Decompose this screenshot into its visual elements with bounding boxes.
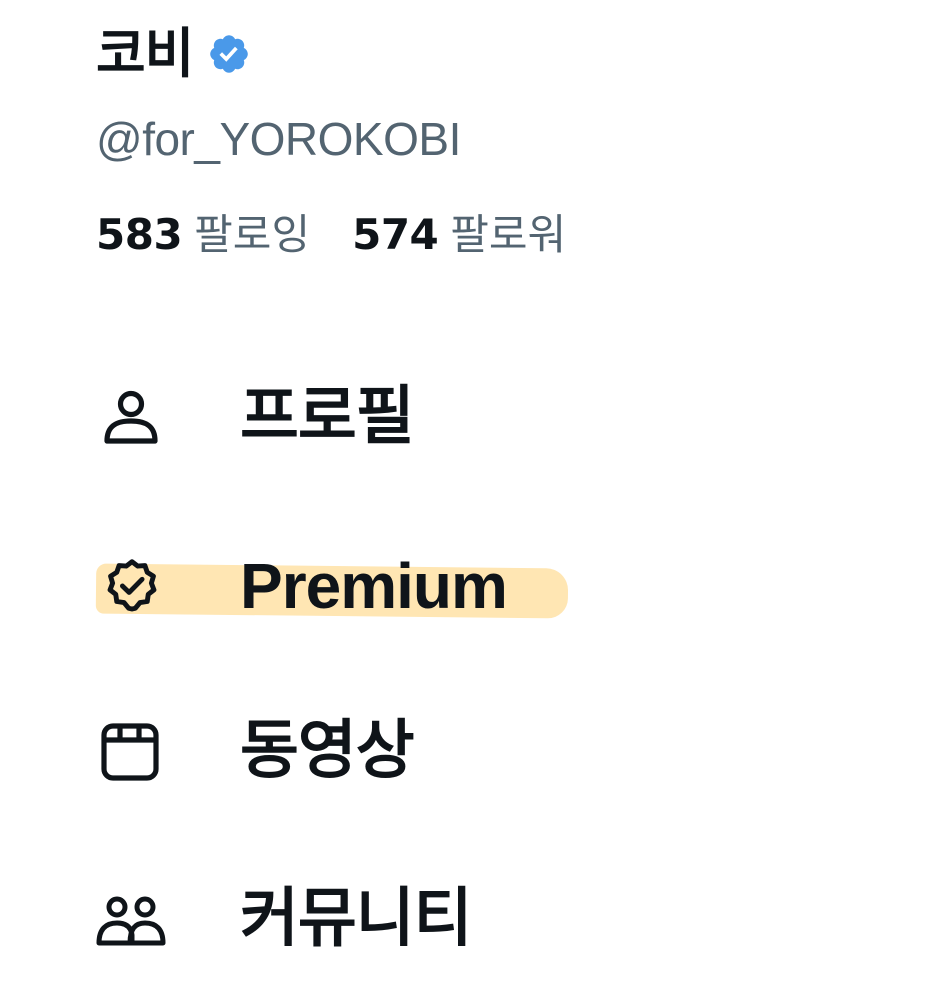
menu-item-profile[interactable]: 프로필 (96, 372, 856, 462)
following-label: 팔로잉 (194, 210, 311, 259)
following-link[interactable]: 583 팔로잉 (96, 214, 310, 256)
menu-label-communities: 커뮤니티 (240, 882, 473, 956)
video-icon (96, 715, 168, 787)
following-count: 583 (96, 210, 183, 259)
person-icon (96, 381, 168, 453)
menu-label-videos: 동영상 (240, 714, 415, 788)
verified-badge-icon[interactable] (207, 32, 255, 80)
premium-badge-icon (96, 550, 168, 622)
menu-item-communities[interactable]: 커뮤니티 (96, 874, 856, 964)
display-name[interactable]: 코비 (96, 27, 194, 81)
followers-count: 574 (352, 210, 439, 259)
followers-label: 팔로워 (450, 210, 567, 259)
menu-label-premium: Premium (240, 550, 508, 622)
user-handle: @for_YOROKOBI (96, 113, 461, 165)
communities-icon (96, 883, 168, 955)
menu-item-videos[interactable]: 동영상 (96, 706, 856, 796)
followers-link[interactable]: 574 팔로워 (352, 214, 566, 256)
follow-stats: 583 팔로잉 574 팔로워 (96, 214, 566, 256)
menu-item-premium[interactable]: Premium (96, 541, 856, 631)
menu-label-profile: 프로필 (240, 380, 415, 454)
profile-header: 코비 @for_YOROKOBI 583 팔로잉 574 팔로워 (96, 18, 896, 256)
name-row: 코비 (96, 18, 896, 90)
